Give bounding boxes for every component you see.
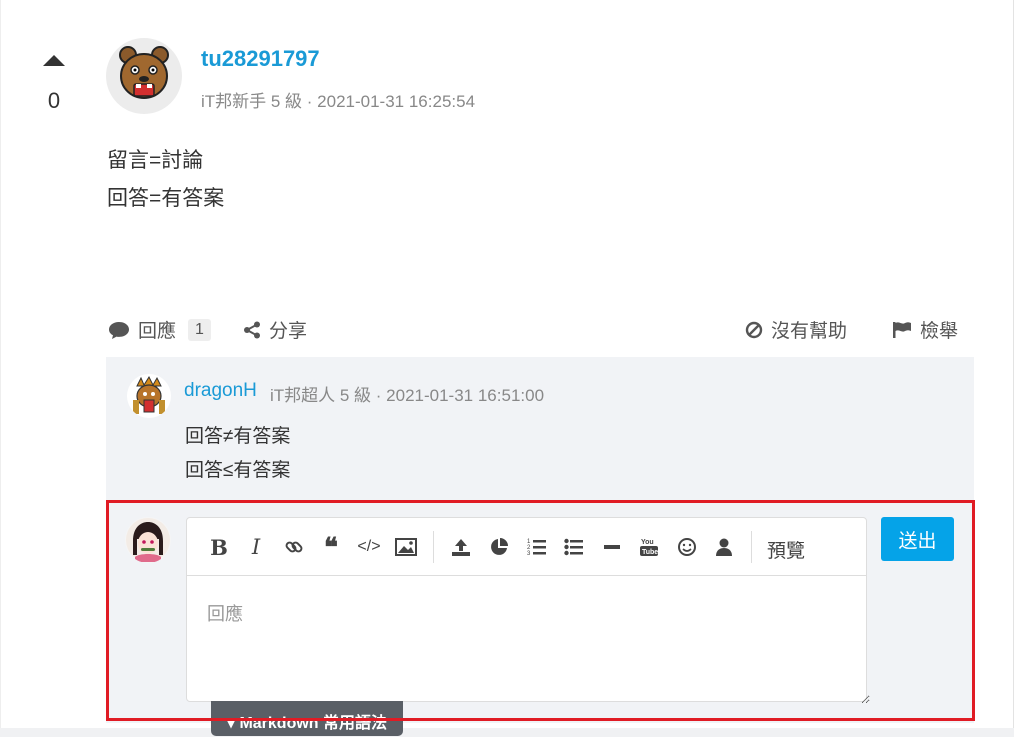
svg-text:You: You bbox=[641, 539, 654, 546]
author-name[interactable]: tu28291797 bbox=[201, 46, 320, 72]
comment-meta: iT邦超人 5 級 · 2021-01-31 16:51:00 bbox=[270, 386, 545, 405]
unordered-list-icon[interactable] bbox=[561, 534, 587, 560]
svg-text:3: 3 bbox=[527, 551, 531, 557]
toolbar-separator bbox=[433, 531, 434, 563]
post-body-line: 回答=有答案 bbox=[107, 187, 225, 210]
report-label: 檢舉 bbox=[920, 321, 959, 342]
reply-label: 回應 bbox=[138, 321, 177, 342]
editor-toolbar: B I ❝ </> 123 You Tube 預覽 bbox=[187, 518, 866, 576]
emoji-icon[interactable] bbox=[674, 534, 700, 560]
post-body-line: 留言=討論 bbox=[107, 149, 204, 172]
bear-avatar-icon bbox=[119, 46, 169, 99]
comment-line: 回答≤有答案 bbox=[185, 460, 291, 481]
chart-icon[interactable] bbox=[486, 534, 512, 560]
vote-count: 0 bbox=[47, 88, 61, 113]
author-meta: iT邦新手 5 級 · 2021-01-31 16:25:54 bbox=[201, 92, 476, 111]
quote-icon[interactable]: ❝ bbox=[318, 532, 344, 562]
code-icon[interactable]: </> bbox=[356, 534, 382, 560]
page-bottom-strip bbox=[0, 728, 1014, 737]
ordered-list-icon[interactable]: 123 bbox=[524, 534, 550, 560]
toolbar-separator bbox=[751, 531, 752, 563]
share-action[interactable]: 分享 bbox=[243, 316, 307, 343]
share-icon bbox=[244, 321, 260, 338]
commenter-name[interactable]: dragonH bbox=[184, 380, 257, 402]
post-body: 留言=討論 回答=有答案 bbox=[107, 142, 224, 218]
dragon-avatar-icon bbox=[128, 375, 170, 417]
bold-icon[interactable]: B bbox=[206, 534, 232, 560]
horizontal-rule-icon[interactable] bbox=[599, 534, 625, 560]
commenter-avatar[interactable] bbox=[127, 374, 171, 418]
share-label: 分享 bbox=[269, 321, 308, 342]
upload-icon[interactable] bbox=[448, 534, 474, 560]
not-helpful-action[interactable]: 沒有幫助 bbox=[745, 316, 847, 343]
svg-text:Tube: Tube bbox=[642, 549, 658, 556]
ban-icon bbox=[745, 321, 763, 338]
preview-button[interactable]: 預覽 bbox=[767, 536, 805, 563]
reply-action[interactable]: 回應 1 bbox=[108, 316, 211, 343]
report-action[interactable]: 檢舉 bbox=[892, 316, 958, 343]
submit-button[interactable]: 送出 bbox=[881, 517, 954, 561]
comment-icon bbox=[109, 321, 129, 339]
reply-editor: B I ❝ </> 123 You Tube 預覽 回應 bbox=[186, 517, 870, 704]
markdown-help-tab[interactable]: ▾ Markdown 常用語法 bbox=[211, 701, 403, 736]
flag-icon bbox=[893, 321, 911, 338]
user-icon[interactable] bbox=[711, 534, 737, 560]
reply-input[interactable] bbox=[187, 576, 870, 704]
upvote-icon[interactable] bbox=[43, 55, 65, 66]
comment-line: 回答≠有答案 bbox=[185, 426, 291, 447]
image-icon[interactable] bbox=[393, 534, 419, 560]
reply-count-badge: 1 bbox=[188, 318, 211, 341]
author-avatar[interactable] bbox=[106, 38, 182, 114]
youtube-icon[interactable]: You Tube bbox=[636, 534, 662, 560]
current-user-avatar bbox=[125, 517, 171, 563]
user-avatar-icon bbox=[126, 518, 170, 562]
link-icon[interactable] bbox=[281, 534, 307, 560]
not-helpful-label: 沒有幫助 bbox=[771, 321, 848, 342]
italic-icon[interactable]: I bbox=[243, 534, 269, 560]
